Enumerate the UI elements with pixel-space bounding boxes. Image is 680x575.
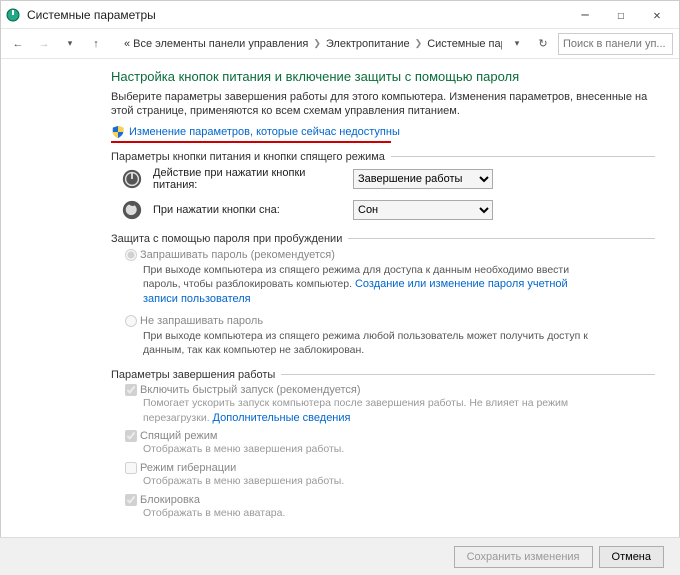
chevron-right-icon: ❯ [413, 38, 425, 49]
change-unavailable-settings-link[interactable]: Изменение параметров, которые сейчас нед… [129, 126, 400, 138]
require-password-label: Запрашивать пароль (рекомендуется) [140, 249, 335, 261]
up-button[interactable]: ↑ [85, 33, 107, 55]
section-title: Параметры кнопки питания и кнопки спящег… [111, 151, 385, 163]
close-button[interactable]: ✕ [639, 3, 675, 27]
breadcrumb-item[interactable]: Электропитание [326, 38, 410, 50]
breadcrumb-prefix: « [124, 38, 130, 50]
content-area: Настройка кнопок питания и включение защ… [1, 59, 679, 527]
hibernate-desc: Отображать в меню завершения работы. [125, 475, 595, 489]
dropdown-button[interactable]: ▾ [506, 33, 528, 55]
highlight-underline [111, 141, 391, 143]
no-password-radio [125, 315, 137, 327]
sleep-button-action-label: При нажатии кнопки сна: [153, 204, 343, 216]
minimize-button[interactable]: ─ [567, 3, 603, 27]
save-button: Сохранить изменения [454, 546, 593, 568]
no-password-desc: При выходе компьютера из спящего режима … [125, 329, 595, 357]
breadcrumb-item[interactable]: Системные параметры [427, 38, 502, 50]
lock-label: Блокировка [140, 494, 200, 506]
fast-startup-checkbox [125, 384, 137, 396]
sleep-checkbox [125, 430, 137, 442]
navigation-bar: ← → ▾ ↑ « Все элементы панели управления… [1, 29, 679, 59]
sleep-button-icon [121, 199, 143, 221]
hibernate-checkbox [125, 462, 137, 474]
page-intro: Выберите параметры завершения работы для… [111, 90, 655, 119]
titlebar: Системные параметры ─ ☐ ✕ [1, 1, 679, 29]
fast-startup-label: Включить быстрый запуск (рекомендуется) [140, 384, 361, 396]
hibernate-label: Режим гибернации [140, 462, 236, 474]
power-options-icon [5, 7, 21, 23]
lock-checkbox [125, 494, 137, 506]
cancel-button[interactable]: Отмена [599, 546, 664, 568]
forward-button[interactable]: → [33, 33, 55, 55]
lock-desc: Отображать в меню аватара. [125, 507, 595, 521]
sleep-button-action-select[interactable]: Сон [353, 200, 493, 220]
require-password-radio [125, 249, 137, 261]
sleep-label: Спящий режим [140, 430, 217, 442]
window-title: Системные параметры [27, 8, 567, 22]
back-button[interactable]: ← [7, 33, 29, 55]
maximize-button[interactable]: ☐ [603, 3, 639, 27]
search-input[interactable] [558, 33, 673, 55]
section-title: Параметры завершения работы [111, 369, 275, 381]
refresh-button[interactable]: ↻ [532, 33, 554, 55]
chevron-right-icon: ❯ [311, 38, 323, 49]
power-button-action-select[interactable]: Завершение работы [353, 169, 493, 189]
section-title: Защита с помощью пароля при пробуждении [111, 233, 342, 245]
fast-startup-desc: Помогает ускорить запуск компьютера посл… [143, 397, 568, 424]
power-button-action-label: Действие при нажатии кнопки питания: [153, 167, 343, 191]
bottom-bar: Сохранить изменения Отмена [0, 537, 680, 575]
breadcrumb-item[interactable]: Все элементы панели управления [133, 38, 308, 50]
shield-icon [111, 125, 125, 139]
recent-locations-button[interactable]: ▾ [59, 33, 81, 55]
no-password-label: Не запрашивать пароль [140, 315, 263, 327]
sleep-desc: Отображать в меню завершения работы. [125, 443, 595, 457]
page-title: Настройка кнопок питания и включение защ… [111, 69, 655, 84]
breadcrumb[interactable]: « Все элементы панели управления ❯ Элект… [121, 37, 502, 51]
fast-startup-more-link[interactable]: Дополнительные сведения [213, 412, 351, 424]
power-button-icon [121, 168, 143, 190]
